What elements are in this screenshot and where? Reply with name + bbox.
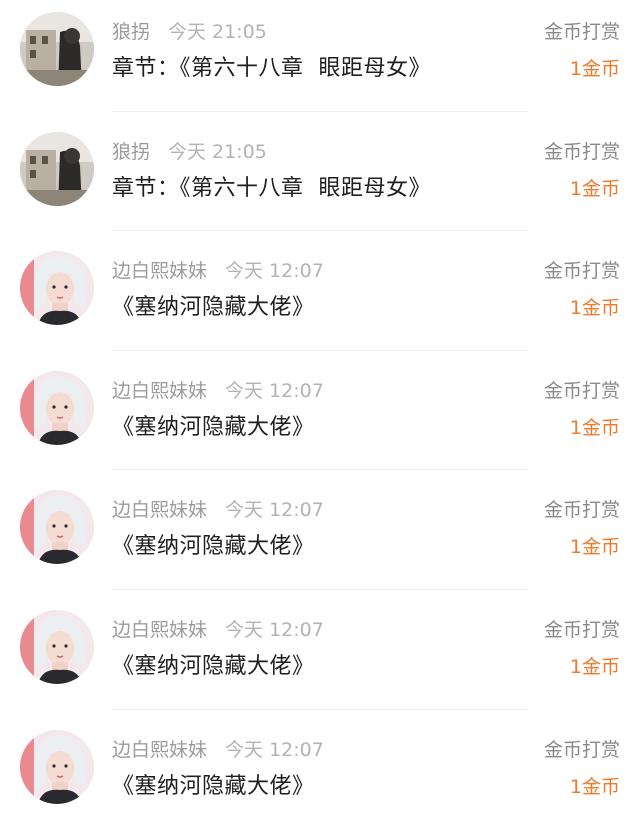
user-name[interactable]: 边白熙妹妹 [112, 380, 207, 402]
row-divider [112, 469, 528, 471]
reward-amount: 1金币 [569, 177, 620, 200]
user-name[interactable]: 边白熙妹妹 [112, 499, 207, 521]
reward-content[interactable]: 《塞纳河隐藏大佬》 [112, 532, 315, 562]
reward-meta: 边白熙妹妹 今天 12:07 [112, 259, 324, 283]
reward-content[interactable]: 《塞纳河隐藏大佬》 [112, 293, 315, 323]
reward-row[interactable]: 狼拐 今天 21:05 章节：《第六十八章 眼距母女》 金币打赏 1金币 [0, 0, 640, 120]
building-photo-avatar-icon[interactable] [20, 12, 94, 86]
reward-content[interactable]: 章节：《第六十八章 眼距母女》 [112, 54, 431, 84]
user-name[interactable]: 边白熙妹妹 [112, 260, 207, 282]
reward-content[interactable]: 《塞纳河隐藏大佬》 [112, 772, 315, 802]
reward-type: 金币打赏 [543, 738, 620, 761]
reward-type: 金币打赏 [543, 618, 620, 641]
reward-type: 金币打赏 [543, 379, 620, 402]
girl-portrait-avatar-icon[interactable] [20, 370, 94, 445]
reward-meta: 狼拐 今天 21:05 [112, 140, 267, 164]
row-divider [112, 349, 528, 351]
reward-time: 今天 12:07 [225, 379, 324, 402]
reward-time: 今天 21:05 [168, 21, 267, 43]
reward-time: 今天 21:05 [168, 140, 267, 163]
reward-time: 今天 12:07 [225, 260, 324, 283]
reward-content[interactable]: 章节：《第六十八章 眼距母女》 [112, 174, 431, 204]
reward-type: 金币打赏 [543, 140, 620, 163]
reward-row[interactable]: 边白熙妹妹 今天 12:07 《塞纳河隐藏大佬》 金币打赏 1金币 [0, 598, 640, 718]
reward-meta: 狼拐 今天 21:05 [112, 20, 267, 44]
reward-time: 今天 12:07 [225, 499, 324, 522]
reward-amount: 1金币 [569, 416, 620, 439]
reward-content[interactable]: 《塞纳河隐藏大佬》 [112, 413, 315, 443]
reward-amount: 1金币 [569, 536, 620, 559]
reward-meta: 边白熙妹妹 今天 12:07 [112, 738, 324, 762]
row-divider [112, 708, 528, 710]
user-name[interactable]: 边白熙妹妹 [112, 619, 207, 641]
reward-type: 金币打赏 [543, 260, 620, 283]
reward-row[interactable]: 边白熙妹妹 今天 12:07 《塞纳河隐藏大佬》 金币打赏 1金币 [0, 239, 640, 359]
girl-portrait-avatar-icon[interactable] [20, 251, 94, 326]
row-divider [112, 588, 528, 590]
reward-type: 金币打赏 [543, 21, 620, 43]
reward-meta: 边白熙妹妹 今天 12:07 [112, 618, 324, 642]
reward-content[interactable]: 《塞纳河隐藏大佬》 [112, 652, 315, 682]
reward-amount: 1金币 [569, 58, 620, 80]
reward-row[interactable]: 边白熙妹妹 今天 12:07 《塞纳河隐藏大佬》 金币打赏 1金币 [0, 478, 640, 598]
reward-row[interactable]: 边白熙妹妹 今天 12:07 《塞纳河隐藏大佬》 金币打赏 1金币 [0, 718, 640, 838]
building-photo-avatar-icon[interactable] [20, 131, 94, 206]
reward-time: 今天 12:07 [225, 738, 324, 761]
user-name[interactable]: 边白熙妹妹 [112, 739, 207, 761]
reward-amount: 1金币 [569, 655, 620, 678]
reward-row[interactable]: 狼拐 今天 21:05 章节：《第六十八章 眼距母女》 金币打赏 1金币 [0, 120, 640, 240]
reward-row[interactable]: 边白熙妹妹 今天 12:07 《塞纳河隐藏大佬》 金币打赏 1金币 [0, 359, 640, 479]
girl-portrait-avatar-icon[interactable] [20, 490, 94, 565]
girl-portrait-avatar-icon[interactable] [20, 729, 94, 804]
user-name[interactable]: 狼拐 [112, 141, 150, 163]
reward-meta: 边白熙妹妹 今天 12:07 [112, 498, 324, 522]
reward-meta: 边白熙妹妹 今天 12:07 [112, 379, 324, 403]
reward-type: 金币打赏 [543, 499, 620, 522]
girl-portrait-avatar-icon[interactable] [20, 609, 94, 684]
reward-amount: 1金币 [569, 297, 620, 320]
row-divider [112, 230, 528, 232]
reward-amount: 1金币 [569, 775, 620, 798]
row-divider [112, 110, 528, 112]
reward-time: 今天 12:07 [225, 618, 324, 641]
reward-list: 狼拐 今天 21:05 章节：《第六十八章 眼距母女》 金币打赏 1金币 狼拐 今天… [0, 0, 640, 837]
user-name[interactable]: 狼拐 [112, 21, 150, 43]
